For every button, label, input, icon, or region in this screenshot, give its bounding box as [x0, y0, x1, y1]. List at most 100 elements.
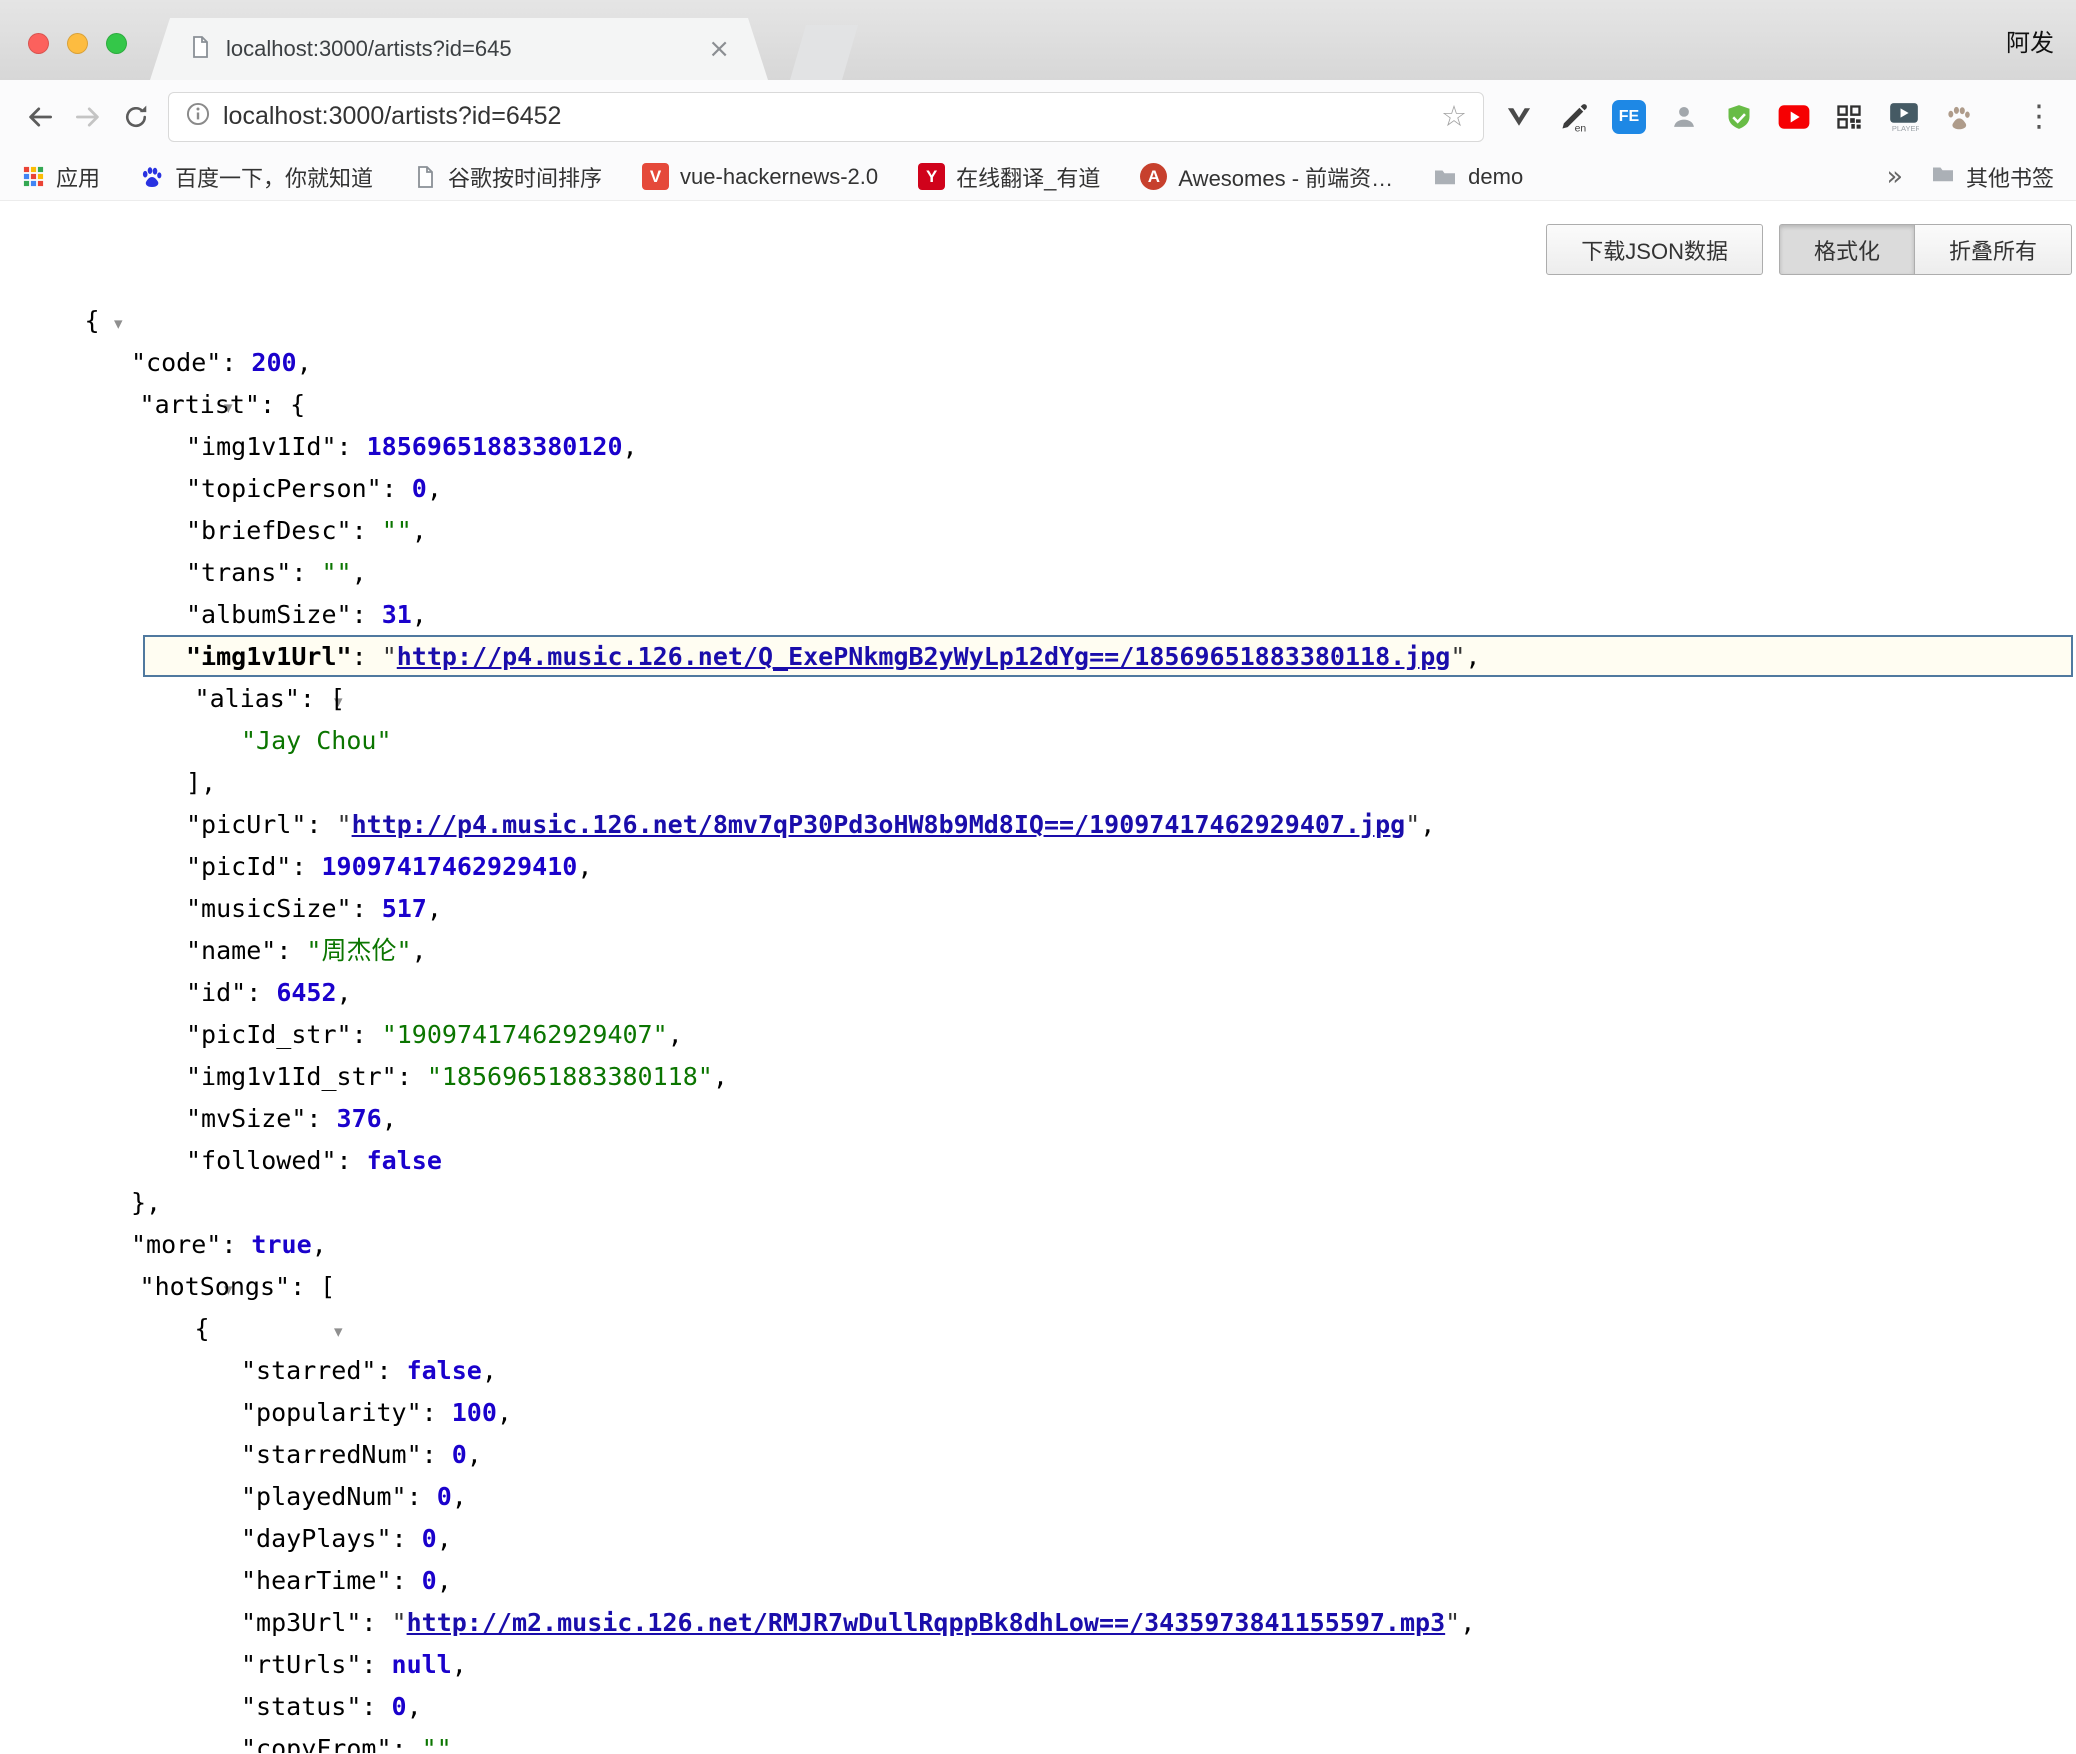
bookmark-label: vue-hackernews-2.0 [680, 164, 878, 190]
apps-grid-icon [22, 165, 45, 188]
json-line: "musicSize": 517, [0, 888, 2076, 930]
folder-icon [1433, 165, 1457, 189]
tab-bar: localhost:3000/artists?id=645 × 阿发 [0, 0, 2076, 80]
json-line: "trans": "", [0, 552, 2076, 594]
json-line: "more": true, [0, 1224, 2076, 1266]
json-line: "popularity": 100, [0, 1392, 2076, 1434]
json-line: "mvSize": 376, [0, 1098, 2076, 1140]
tab-close-icon[interactable]: × [708, 34, 730, 64]
json-line: "topicPerson": 0, [0, 468, 2076, 510]
json-line: "briefDesc": "", [0, 510, 2076, 552]
json-line: ▾{ [0, 300, 2076, 342]
json-line: "id": 6452, [0, 972, 2076, 1014]
json-line: "code": 200, [0, 342, 2076, 384]
extensions-area: en FE PLAYER [1498, 96, 1980, 138]
json-line: "status": 0, [0, 1686, 2076, 1728]
json-line: ▾"artist": { [0, 384, 2076, 426]
bookmark-label: 百度一下，你就知道 [175, 161, 373, 193]
back-button[interactable] [16, 93, 64, 141]
new-tab-button[interactable] [790, 25, 858, 80]
collapse-all-button[interactable]: 折叠所有 [1915, 224, 2072, 275]
json-line: "dayPlays": 0, [0, 1518, 2076, 1560]
bookmark-label: demo [1468, 164, 1523, 190]
json-viewer: ▾{"code": 200,▾"artist": {"img1v1Id": 18… [0, 201, 2076, 1753]
json-line: ▾"alias": [ [0, 678, 2076, 720]
vue-icon: V [642, 163, 669, 190]
json-line: "img1v1Id": 18569651883380120, [0, 426, 2076, 468]
folder-icon [1931, 162, 1955, 192]
page-content: 下载JSON数据 格式化 折叠所有 ▾{"code": 200,▾"artist… [0, 201, 2076, 1753]
close-window-button[interactable] [28, 33, 49, 54]
json-url-link[interactable]: http://m2.music.126.net/RMJR7wDullRqppBk… [407, 1608, 1446, 1637]
json-line: "rtUrls": null, [0, 1644, 2076, 1686]
json-toolbar: 下载JSON数据 格式化 折叠所有 [1546, 224, 2072, 275]
svg-text:PLAYER: PLAYER [1892, 123, 1919, 131]
json-line: "Jay Chou" [0, 720, 2076, 762]
format-button[interactable]: 格式化 [1779, 224, 1915, 275]
translate-en-icon[interactable]: en [1553, 96, 1595, 138]
forward-button[interactable] [64, 93, 112, 141]
bookmark-star-icon[interactable]: ☆ [1441, 102, 1467, 131]
baidu-icon [140, 165, 164, 189]
json-line: "name": "周杰伦", [0, 930, 2076, 972]
window-controls [28, 33, 127, 54]
other-bookmarks-label: 其他书签 [1966, 161, 2054, 193]
json-line: "albumSize": 31, [0, 594, 2076, 636]
json-url-link[interactable]: http://p4.music.126.net/Q_ExePNkmgB2yWyL… [397, 642, 1451, 671]
json-line: "followed": false [0, 1140, 2076, 1182]
paw-icon[interactable] [1938, 96, 1980, 138]
account-icon[interactable] [1663, 96, 1705, 138]
address-bar[interactable]: localhost:3000/artists?id=6452 ☆ [168, 92, 1484, 142]
collapse-toggle-icon[interactable]: ▾ [114, 314, 123, 334]
bookmark-label: Awesomes - 前端资… [1178, 161, 1393, 193]
youdao-icon: Y [918, 163, 945, 190]
bookmark-item[interactable]: AAwesomes - 前端资… [1140, 161, 1393, 193]
fehelper-icon-badge: FE [1612, 100, 1646, 134]
other-bookmarks-folder[interactable]: 其他书签 [1931, 161, 2054, 193]
json-line: "starred": false, [0, 1350, 2076, 1392]
browser-menu-icon[interactable]: ⋮ [2024, 99, 2060, 134]
svg-text:en: en [1575, 123, 1587, 132]
collapse-toggle-icon[interactable]: ▾ [334, 1322, 343, 1342]
bookmark-item[interactable]: 百度一下，你就知道 [140, 161, 373, 193]
json-line: "starredNum": 0, [0, 1434, 2076, 1476]
info-icon[interactable] [185, 101, 211, 132]
adguard-shield-icon[interactable] [1718, 96, 1760, 138]
bookmark-item[interactable]: demo [1433, 164, 1523, 190]
profile-name[interactable]: 阿发 [2006, 0, 2054, 80]
json-line: "picId_str": "19097417462929407", [0, 1014, 2076, 1056]
json-line: ], [0, 762, 2076, 804]
bookmarks-overflow-icon[interactable]: » [1886, 161, 1903, 192]
json-line: "mp3Url": "http://m2.music.126.net/RMJR7… [0, 1602, 2076, 1644]
bookmark-item[interactable]: 应用 [22, 161, 100, 193]
json-url-link[interactable]: http://p4.music.126.net/8mv7qP30Pd3oHW8b… [352, 810, 1406, 839]
page-favicon-icon [188, 35, 212, 64]
bookmark-item[interactable]: Vvue-hackernews-2.0 [642, 163, 878, 190]
fehelper-icon[interactable]: FE [1608, 96, 1650, 138]
toolbar: localhost:3000/artists?id=6452 ☆ en FE PLA… [0, 80, 2076, 153]
bookmark-item[interactable]: Y 在线翻译_有道 [918, 161, 1100, 193]
json-line: "picUrl": "http://p4.music.126.net/8mv7q… [0, 804, 2076, 846]
json-line: "picId": 19097417462929410, [0, 846, 2076, 888]
url-text[interactable]: localhost:3000/artists?id=6452 [223, 102, 1429, 131]
json-line: "copyFrom": "", [0, 1728, 2076, 1753]
json-line: ▾"hotSongs": [ [0, 1266, 2076, 1308]
reload-button[interactable] [112, 93, 160, 141]
bookmark-label: 应用 [56, 161, 100, 193]
json-line: "hearTime": 0, [0, 1560, 2076, 1602]
bookmarks-bar: 应用 百度一下，你就知道 谷歌按时间排序 Vvue-hackernews-2.0 Y 在线… [0, 153, 2076, 201]
bookmark-item[interactable]: 谷歌按时间排序 [413, 161, 602, 193]
json-line: ▾{ [0, 1308, 2076, 1350]
download-json-button[interactable]: 下载JSON数据 [1546, 224, 1763, 275]
vimium-icon[interactable] [1498, 96, 1540, 138]
youtube-icon[interactable] [1773, 96, 1815, 138]
tab-title: localhost:3000/artists?id=645 [226, 36, 698, 62]
json-line: "playedNum": 0, [0, 1476, 2076, 1518]
zoom-window-button[interactable] [106, 33, 127, 54]
browser-tab[interactable]: localhost:3000/artists?id=645 × [150, 18, 768, 80]
minimize-window-button[interactable] [67, 33, 88, 54]
json-line-highlighted: "img1v1Url": "http://p4.music.126.net/Q_… [0, 636, 2076, 678]
player-icon[interactable]: PLAYER [1883, 96, 1925, 138]
qrcode-icon[interactable] [1828, 96, 1870, 138]
bookmark-label: 在线翻译_有道 [956, 161, 1100, 193]
